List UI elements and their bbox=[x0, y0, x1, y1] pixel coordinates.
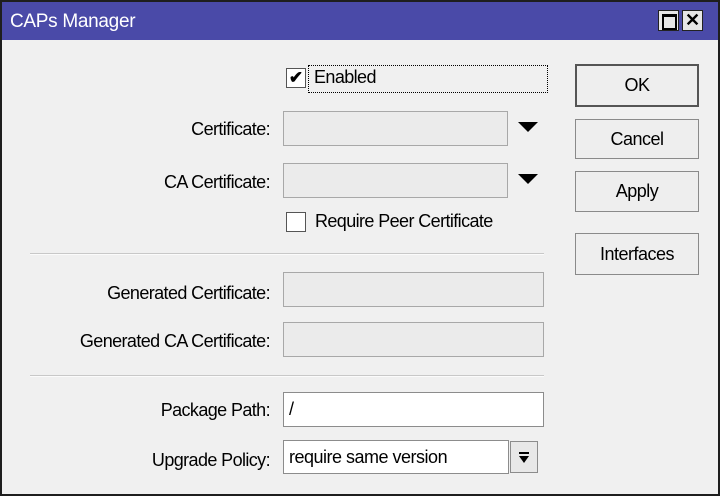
require-peer-certificate-checkbox[interactable] bbox=[286, 212, 306, 232]
generated-certificate-field bbox=[283, 272, 544, 307]
enabled-checkbox[interactable]: ✔ bbox=[286, 68, 306, 88]
window-title: CAPs Manager bbox=[10, 11, 136, 32]
separator bbox=[30, 253, 544, 255]
package-path-input[interactable]: / bbox=[283, 392, 544, 427]
ca-certificate-dropdown-icon[interactable] bbox=[518, 174, 538, 184]
generated-ca-certificate-field bbox=[283, 322, 544, 357]
cancel-button[interactable]: Cancel bbox=[575, 119, 699, 159]
caps-manager-window: CAPs Manager ✕ ✔ Enabled Certificate: CA… bbox=[0, 0, 720, 496]
require-peer-certificate-label[interactable]: Require Peer Certificate bbox=[315, 211, 493, 232]
separator bbox=[30, 375, 544, 377]
ok-button[interactable]: OK bbox=[575, 64, 699, 107]
close-icon[interactable]: ✕ bbox=[682, 10, 703, 31]
package-path-value: / bbox=[289, 399, 294, 419]
generated-certificate-label: Generated Certificate: bbox=[107, 283, 270, 303]
checkmark-icon: ✔ bbox=[288, 68, 304, 87]
certificate-select[interactable] bbox=[283, 111, 508, 146]
package-path-label: Package Path: bbox=[160, 400, 271, 420]
certificate-dropdown-icon[interactable] bbox=[518, 122, 538, 132]
title-bar[interactable]: CAPs Manager ✕ bbox=[2, 2, 718, 40]
upgrade-policy-label: Upgrade Policy: bbox=[151, 450, 271, 470]
enabled-label[interactable]: Enabled bbox=[314, 67, 376, 88]
generated-ca-certificate-label: Generated CA Certificate: bbox=[79, 331, 271, 351]
upgrade-policy-value: require same version bbox=[289, 447, 448, 467]
upgrade-policy-select[interactable]: require same version bbox=[283, 440, 509, 474]
ca-certificate-select[interactable] bbox=[283, 163, 508, 198]
select-arrow-icon[interactable] bbox=[510, 441, 538, 473]
maximize-icon[interactable] bbox=[658, 10, 679, 31]
apply-button[interactable]: Apply bbox=[575, 171, 699, 212]
interfaces-button[interactable]: Interfaces bbox=[575, 233, 699, 275]
ca-certificate-label: CA Certificate: bbox=[163, 172, 271, 192]
certificate-label: Certificate: bbox=[191, 119, 270, 139]
